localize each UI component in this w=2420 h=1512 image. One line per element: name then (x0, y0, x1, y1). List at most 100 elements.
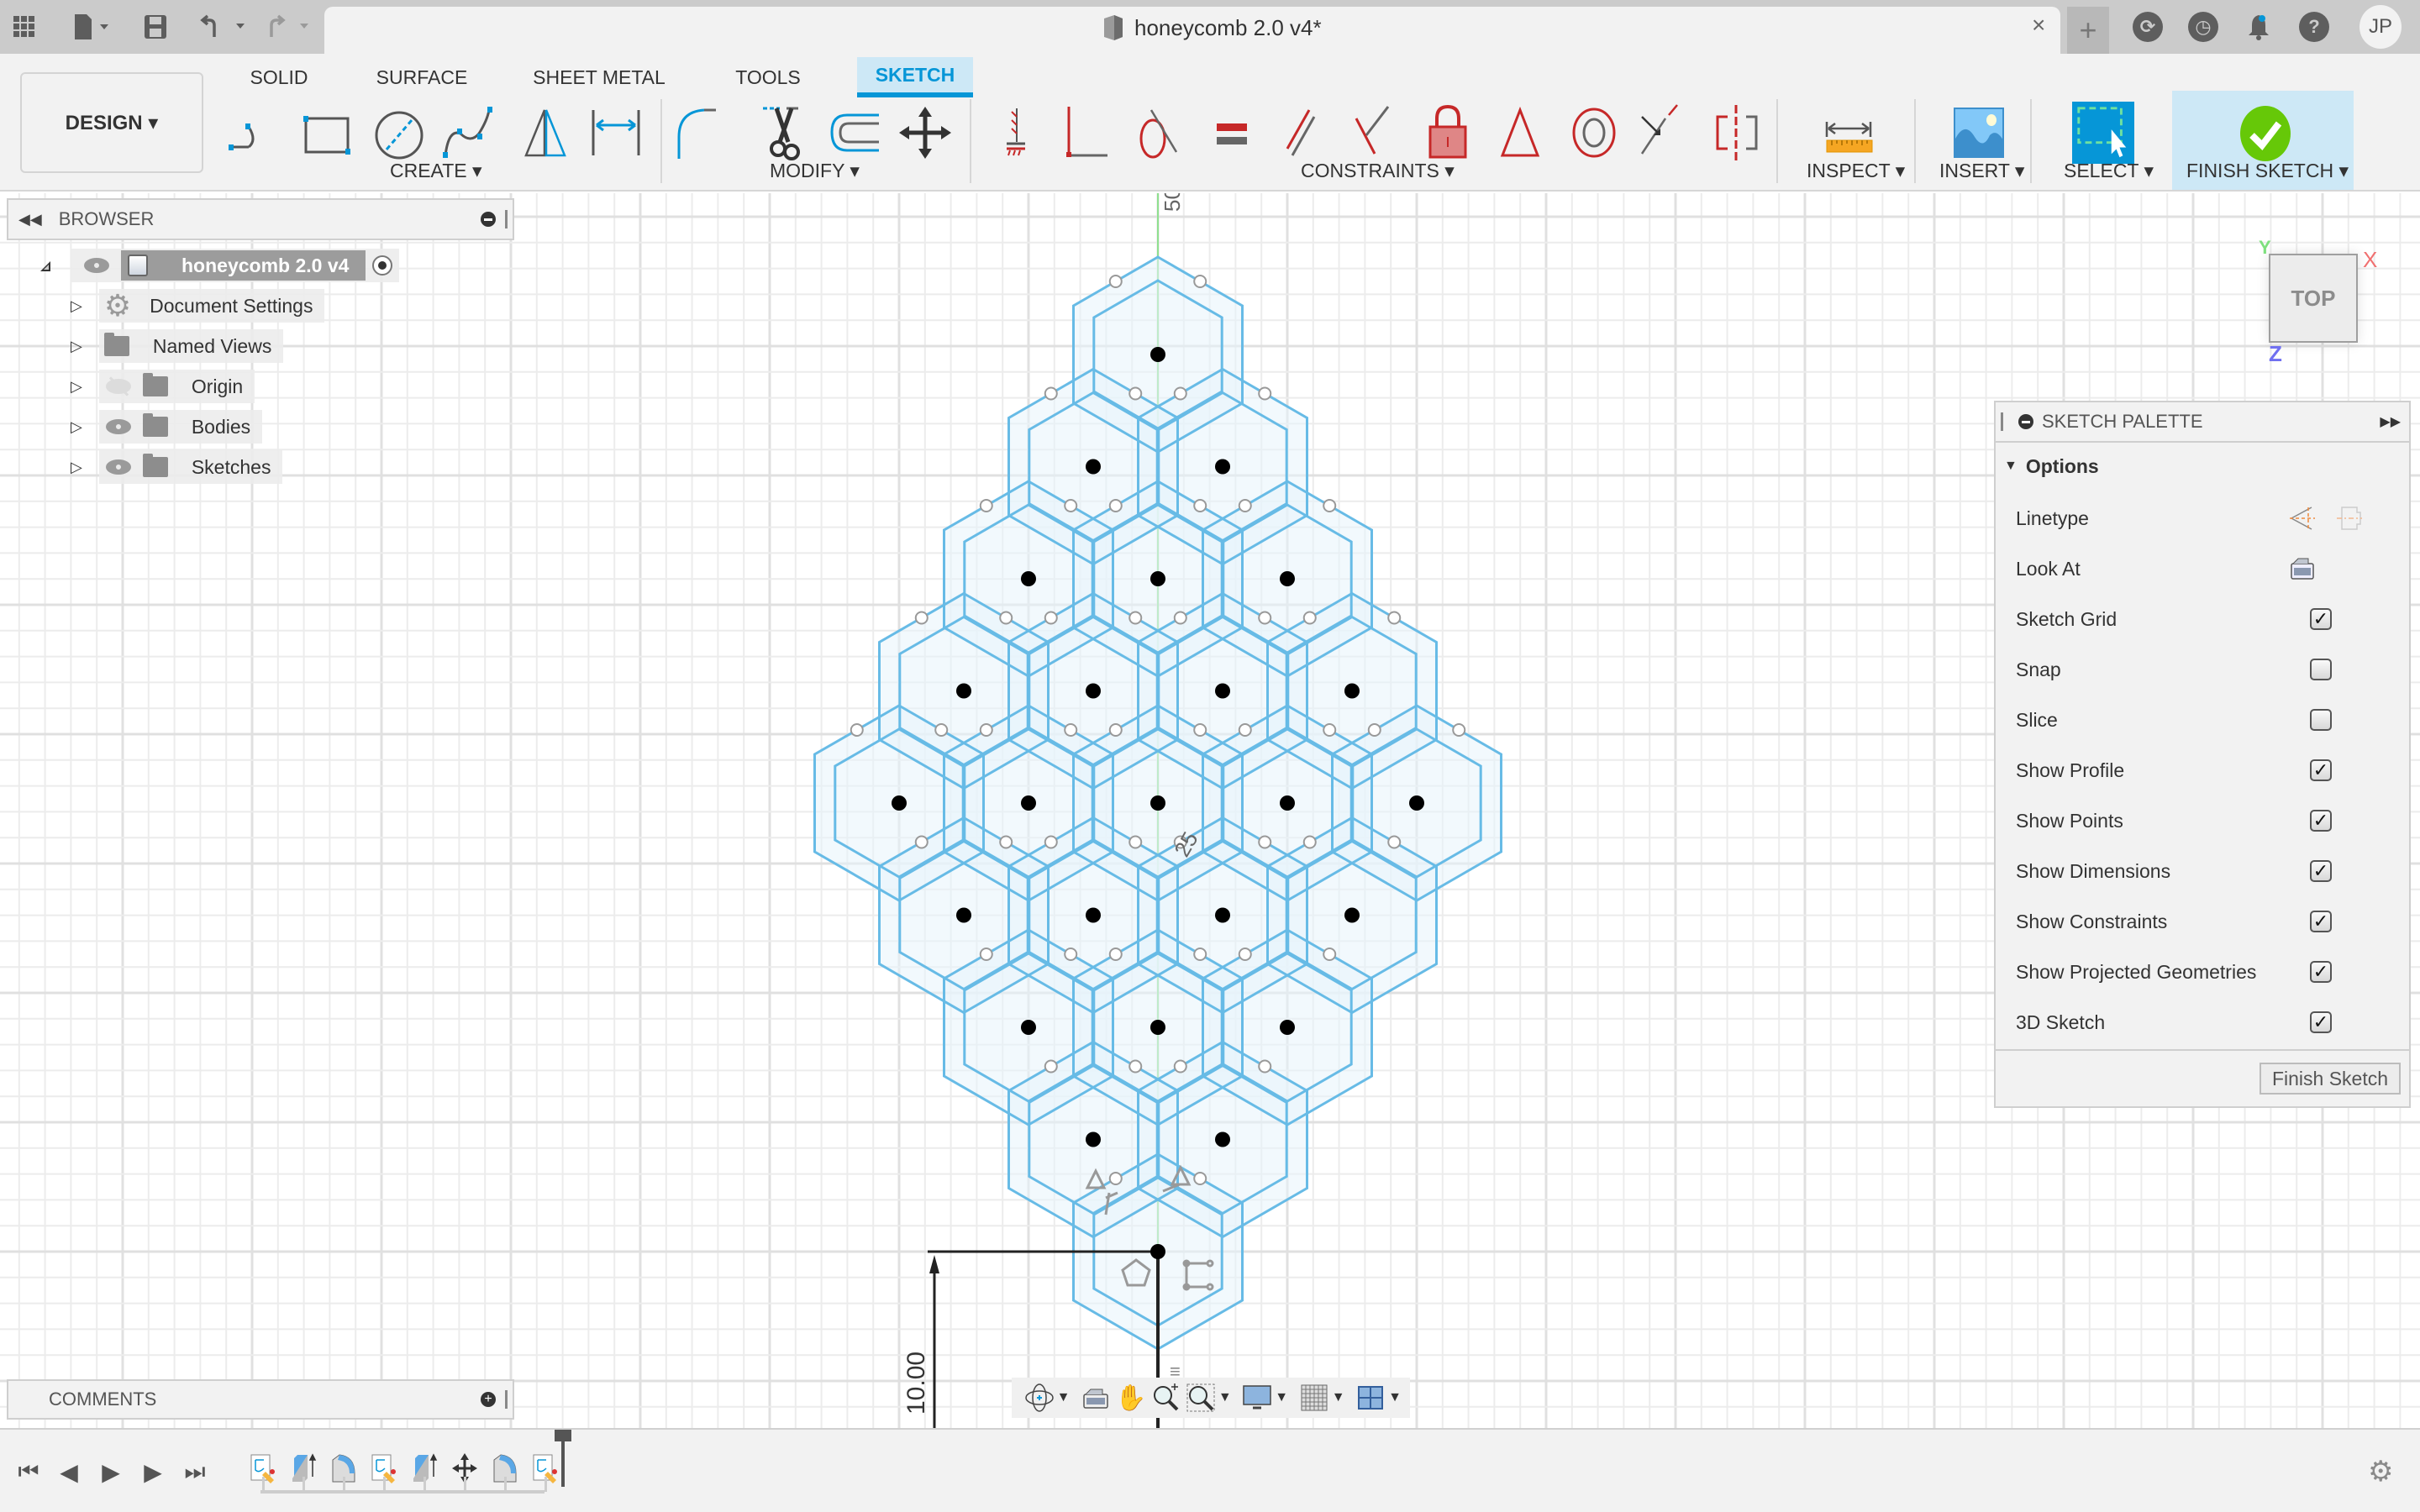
timeline-marker-head[interactable] (555, 1430, 571, 1441)
tab-solid[interactable]: SOLID (237, 57, 321, 97)
look-at-icon[interactable] (1078, 1381, 1113, 1415)
browser-item-origin[interactable]: ▷ Origin (71, 370, 255, 403)
browser-root-item[interactable]: honeycomb 2.0 v4 (37, 249, 400, 282)
new-tab-button[interactable]: + (2067, 7, 2109, 54)
select-button[interactable] (2072, 99, 2134, 166)
sync-icon[interactable]: ⟳ (2133, 12, 2163, 42)
option-checkbox[interactable]: ✓ (2310, 860, 2332, 882)
move-copy-button[interactable] (894, 99, 956, 166)
option-checkbox[interactable] (2310, 709, 2332, 731)
insert-menu[interactable]: INSERT ▾ (1939, 160, 2024, 182)
collapse-browser-icon[interactable]: ◀◀ (18, 211, 42, 228)
viewports-icon[interactable] (1354, 1381, 1389, 1415)
file-menu-button[interactable] (67, 10, 118, 44)
expand-triangle-icon[interactable]: ▷ (71, 297, 82, 315)
option-checkbox[interactable]: ✓ (2310, 961, 2332, 983)
timeline-first-button[interactable]: ⏮ (13, 1455, 44, 1488)
viewports-dropdown-icon[interactable]: ▼ (1388, 1390, 1402, 1405)
zoom-dropdown-icon[interactable]: ▼ (1218, 1390, 1232, 1405)
measure-button[interactable] (1818, 99, 1881, 166)
orbit-dropdown-icon[interactable]: ▼ (1057, 1390, 1071, 1405)
user-avatar[interactable]: JP (2360, 5, 2402, 49)
create-menu[interactable]: CREATE ▾ (390, 160, 482, 182)
spline-tool-button[interactable] (439, 99, 501, 166)
inspect-menu[interactable]: INSPECT ▾ (1807, 160, 1905, 182)
lock-constraint-button[interactable] (1417, 99, 1479, 166)
timeline-settings-icon[interactable]: ⚙ (2368, 1455, 2393, 1488)
option-checkbox[interactable]: ✓ (2310, 608, 2332, 630)
notifications-icon[interactable] (2244, 12, 2274, 42)
fix-constraint-button[interactable] (985, 99, 1047, 166)
expand-triangle-icon[interactable]: ▷ (71, 338, 82, 355)
visibility-eye-icon[interactable] (105, 459, 131, 475)
resize-handle[interactable] (505, 1390, 508, 1409)
zoom-icon[interactable] (1149, 1381, 1184, 1415)
display-dropdown-icon[interactable]: ▼ (1275, 1390, 1288, 1405)
option-checkbox[interactable]: ✓ (2310, 810, 2332, 832)
equal-constraint-button[interactable] (1202, 99, 1264, 166)
tab-sketch[interactable]: SKETCH (857, 57, 973, 97)
expanded-triangle-icon[interactable] (37, 258, 52, 273)
pan-icon[interactable]: ✋ (1113, 1381, 1149, 1415)
display-settings-icon[interactable] (1240, 1381, 1276, 1415)
visibility-eye-icon[interactable] (84, 258, 109, 273)
minimize-palette-icon[interactable] (2018, 414, 2033, 429)
timeline-next-button[interactable]: ▶ (138, 1455, 168, 1488)
trim-tool-button[interactable] (753, 99, 815, 166)
modify-menu[interactable]: MODIFY ▾ (770, 160, 860, 182)
constraints-menu[interactable]: CONSTRAINTS ▾ (1301, 160, 1455, 182)
view-cube-face[interactable]: TOP (2291, 286, 2336, 312)
palette-drag-handle[interactable] (2001, 412, 2003, 431)
timeline-last-button[interactable]: ⏭ (180, 1455, 210, 1488)
add-comment-icon[interactable]: + (481, 1392, 496, 1407)
tab-surface[interactable]: SURFACE (370, 57, 474, 97)
grid-settings-icon[interactable] (1297, 1381, 1332, 1415)
fit-icon[interactable] (1183, 1381, 1218, 1415)
option-checkbox[interactable]: ✓ (2310, 911, 2332, 932)
perpendicular-constraint-button[interactable] (1344, 99, 1407, 166)
expand-palette-icon[interactable]: ▶▶ (2380, 413, 2401, 430)
resize-handle[interactable] (505, 210, 508, 228)
view-cube[interactable]: TOP (2269, 254, 2358, 343)
option-checkbox[interactable] (2310, 659, 2332, 680)
mirror-tool-button[interactable] (514, 99, 576, 166)
rectangle-tool-button[interactable] (296, 99, 358, 166)
select-menu[interactable]: SELECT ▾ (2064, 160, 2154, 182)
visibility-eye-icon[interactable] (105, 419, 131, 434)
save-button[interactable] (143, 10, 168, 44)
fillet-tool-button[interactable] (672, 99, 734, 166)
timeline-previous-button[interactable]: ◀ (54, 1455, 84, 1488)
expand-triangle-icon[interactable]: ▷ (71, 418, 82, 436)
tab-sheet-metal[interactable]: SHEET METAL (528, 57, 671, 97)
expand-triangle-icon[interactable]: ▷ (71, 459, 82, 476)
options-section-toggle[interactable]: ▼ Options (2004, 449, 2099, 483)
tab-tools[interactable]: TOOLS (723, 57, 813, 97)
tangent-constraint-button[interactable] (1126, 99, 1188, 166)
close-tab-button[interactable]: × (2032, 12, 2045, 39)
redo-button[interactable] (264, 10, 316, 44)
workspace-switcher[interactable]: DESIGN ▾ (20, 72, 203, 173)
offset-tool-button[interactable] (823, 99, 886, 166)
sketch-dimension-button[interactable] (585, 99, 647, 166)
browser-item-document-settings[interactable]: ▷ ⚙ Document Settings (71, 289, 325, 323)
browser-item-sketches[interactable]: ▷ Sketches (71, 450, 283, 484)
activate-radio-icon[interactable] (372, 255, 393, 276)
insert-image-button[interactable] (1948, 99, 2010, 166)
expand-triangle-icon[interactable]: ▷ (71, 378, 82, 396)
orbit-icon[interactable] (1022, 1381, 1057, 1415)
finish-sketch-menu[interactable]: FINISH SKETCH ▾ (2186, 160, 2349, 182)
app-grid-icon[interactable] (12, 10, 37, 44)
parallel-constraint-button[interactable] (1274, 99, 1336, 166)
undo-button[interactable] (198, 10, 250, 44)
construction-linetype-icon[interactable] (2288, 504, 2317, 533)
timeline-play-button[interactable]: ▶ (96, 1455, 126, 1488)
hidden-eye-icon[interactable] (105, 376, 131, 396)
option-checkbox[interactable]: ✓ (2310, 1011, 2332, 1033)
midpoint-constraint-button[interactable] (1489, 99, 1551, 166)
job-status-icon[interactable]: ◷ (2188, 12, 2218, 42)
circle-tool-button[interactable] (368, 99, 430, 166)
symmetry-constraint-button[interactable] (1706, 99, 1768, 166)
palette-finish-sketch-button[interactable]: Finish Sketch (2260, 1063, 2401, 1095)
look-at-icon[interactable] (2290, 557, 2315, 580)
browser-item-bodies[interactable]: ▷ Bodies (71, 410, 263, 444)
